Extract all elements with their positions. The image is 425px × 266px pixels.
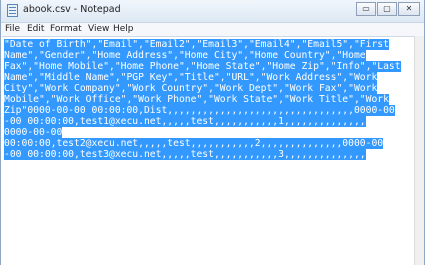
maximize-button[interactable]: ▢ [377,2,397,16]
menu-file[interactable]: File [5,24,20,34]
notepad-icon [7,4,18,17]
text-line: -00 00:00:00,test3@xecu.net,,,,,test,,,,… [4,149,366,160]
menu-view[interactable]: View [88,24,109,34]
menu-format[interactable]: Format [50,24,82,34]
close-button[interactable]: ✕ [398,2,420,16]
text-line: Name","Middle Name","PGP Key","Title","U… [4,72,378,83]
minimize-button[interactable]: ▭ [356,2,376,16]
window-title: abook.csv - Notepad [23,4,121,15]
title-bar[interactable]: abook.csv - Notepad ▭ ▢ ✕ [1,0,424,23]
menu-edit[interactable]: Edit [27,24,44,34]
window-controls: ▭ ▢ ✕ [355,2,420,18]
menu-bar: File Edit Format View Help [1,23,424,36]
text-line: Mobile","Work Office","Work Phone","Work… [4,94,389,105]
text-line: Fax","Home Mobile","Home Phone","Home St… [4,61,401,72]
text-line: 0000-00-00 [4,127,63,138]
vertical-scrollbar[interactable] [414,36,424,265]
text-line: -00 00:00:00,test1@xecu.net,,,,,test,,,,… [4,116,366,127]
text-line: "Date of Birth","Email","Email2","Email3… [4,39,389,50]
text-line: Name","Gender","Home Address","Home City… [4,50,366,61]
notepad-window: abook.csv - Notepad ▭ ▢ ✕ File Edit Form… [0,0,425,266]
text-editor[interactable]: "Date of Birth","Email","Email2","Email3… [2,36,416,266]
text-line: Zip"0000-00-00 00:00:00,Dist,,,,,,,,,,,,… [4,105,395,116]
text-line: City","Work Company","Work Country","Wor… [4,83,378,94]
text-line: 00:00:00,test2@xecu.net,,,,,test,,,,,,,,… [4,138,384,149]
menu-help[interactable]: Help [113,24,134,34]
